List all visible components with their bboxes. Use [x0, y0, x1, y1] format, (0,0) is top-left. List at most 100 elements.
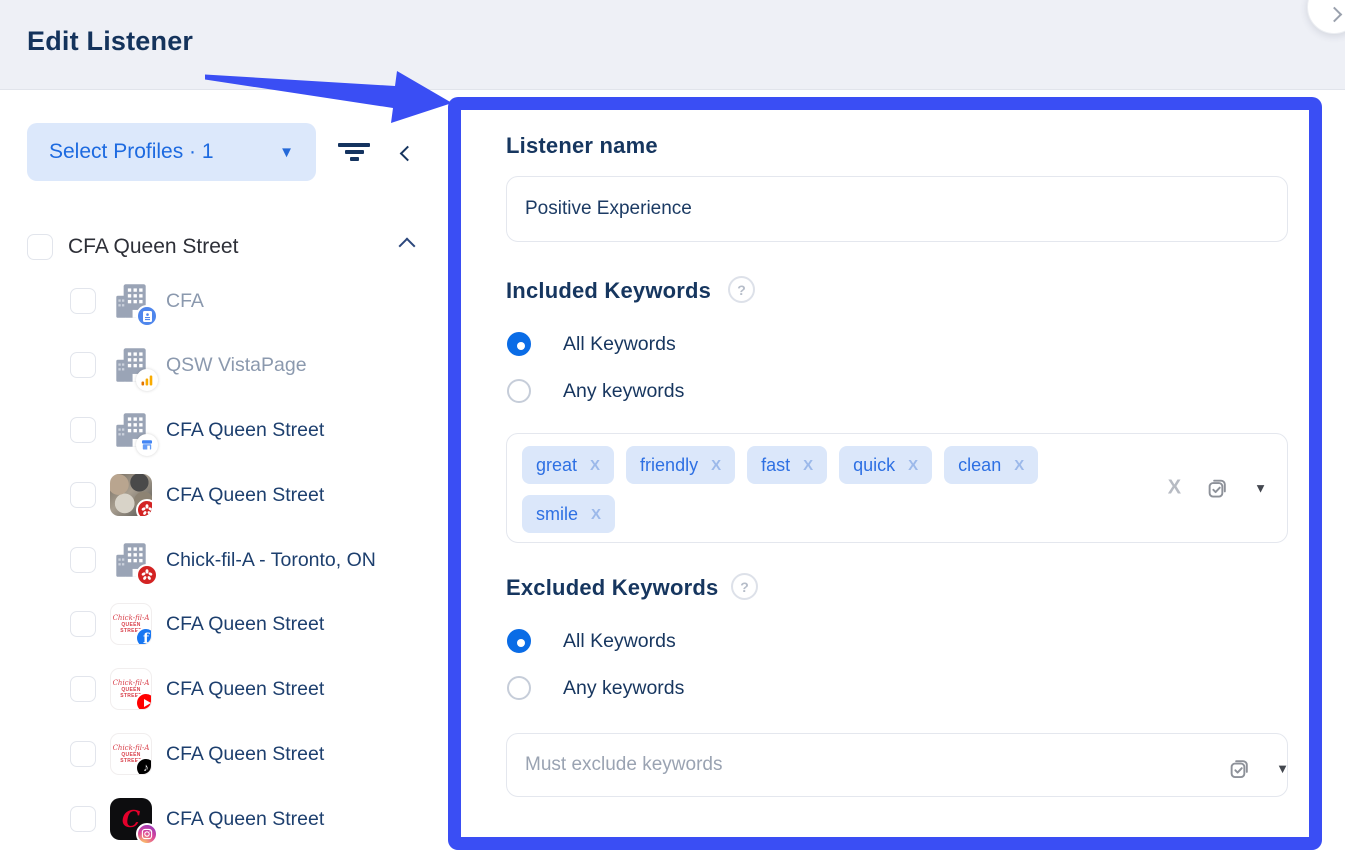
edit-listener-panel: Listener name Included Keywords ? All Ke… — [448, 97, 1322, 850]
chip-label: smile — [536, 504, 578, 525]
profile-checkbox[interactable] — [70, 482, 96, 508]
excluded-all-keywords-option[interactable]: All Keywords — [507, 629, 676, 653]
chip-label: quick — [853, 455, 895, 476]
profile-checkbox[interactable] — [70, 741, 96, 767]
included-all-keywords-option[interactable]: All Keywords — [507, 332, 676, 356]
copy-check-icon[interactable] — [1226, 755, 1253, 782]
radio-label: All Keywords — [563, 333, 676, 356]
profile-row-yelp-photo[interactable]: CFA Queen Street — [70, 467, 448, 523]
collapse-group-button[interactable] — [401, 239, 413, 257]
listener-name-label: Listener name — [506, 133, 658, 159]
profile-checkbox[interactable] — [70, 611, 96, 637]
keyword-chip[interactable]: friendly X — [626, 446, 735, 484]
excluded-keywords-input[interactable] — [506, 733, 1288, 797]
keyword-chips: great X friendly X fast X quick X clean X smi… — [522, 446, 1130, 533]
profile-group-row[interactable]: CFA Queen Street — [27, 230, 427, 264]
profile-avatar-logo: Chick-fil-AQUEENSTREET — [110, 668, 152, 710]
help-icon[interactable]: ? — [728, 276, 755, 303]
profile-avatar-building — [110, 409, 152, 451]
radio-label: Any keywords — [563, 677, 684, 700]
profile-label: CFA Queen Street — [166, 484, 324, 507]
youtube-icon — [135, 692, 152, 710]
listener-name-input[interactable] — [506, 176, 1288, 242]
chip-label: fast — [761, 455, 790, 476]
remove-tag-icon[interactable]: X — [711, 457, 721, 474]
chip-label: clean — [958, 455, 1001, 476]
yelp-icon — [136, 564, 158, 586]
included-keywords-title: Included Keywords — [506, 278, 711, 304]
radio-selected-icon[interactable] — [507, 332, 531, 356]
profile-label: Chick-fil-A - Toronto, ON — [166, 549, 376, 572]
group-checkbox[interactable] — [27, 234, 53, 260]
excluded-any-keywords-option[interactable]: Any keywords — [507, 676, 684, 700]
remove-tag-icon[interactable]: X — [590, 457, 600, 474]
keyword-chip[interactable]: clean X — [944, 446, 1038, 484]
profile-row-tiktok[interactable]: Chick-fil-AQUEENSTREET ♪ CFA Queen Stree… — [70, 726, 448, 782]
profile-label: QSW VistaPage — [166, 354, 307, 377]
profile-checkbox[interactable] — [70, 417, 96, 443]
google-business-icon — [136, 434, 158, 456]
radio-label: All Keywords — [563, 630, 676, 653]
keyword-chip[interactable]: fast X — [747, 446, 827, 484]
facebook-icon: f — [135, 627, 152, 645]
chevron-up-icon — [399, 238, 416, 255]
included-any-keywords-option[interactable]: Any keywords — [507, 379, 684, 403]
radio-unselected-icon[interactable] — [507, 676, 531, 700]
profile-checkbox[interactable] — [70, 288, 96, 314]
profile-avatar-building — [110, 539, 152, 581]
tiktok-icon: ♪ — [135, 757, 152, 775]
annotation-arrow — [198, 62, 458, 132]
profile-avatar-logo: C — [110, 798, 152, 840]
chevron-down-icon[interactable]: ▼ — [1254, 481, 1267, 496]
group-label: CFA Queen Street — [68, 235, 238, 259]
select-profiles-label: Select Profiles · 1 — [49, 140, 214, 164]
analytics-icon — [136, 369, 158, 391]
radio-unselected-icon[interactable] — [507, 379, 531, 403]
keyword-chip[interactable]: great X — [522, 446, 614, 484]
yelp-icon — [136, 499, 152, 516]
chevron-right-icon — [1326, 6, 1342, 22]
profile-row-yelp-building[interactable]: Chick-fil-A - Toronto, ON — [70, 532, 448, 588]
remove-tag-icon[interactable]: X — [591, 506, 601, 523]
filter-icon[interactable] — [337, 143, 371, 163]
profile-label: CFA Queen Street — [166, 743, 324, 766]
collapse-sidebar-button[interactable] — [402, 146, 413, 164]
remove-tag-icon[interactable]: X — [908, 457, 918, 474]
profile-label: CFA Queen Street — [166, 678, 324, 701]
radio-label: Any keywords — [563, 380, 684, 403]
profile-avatar-building — [110, 344, 152, 386]
profile-avatar-photo — [110, 474, 152, 516]
profile-row-gbp[interactable]: CFA Queen Street — [70, 402, 448, 458]
profile-checkbox[interactable] — [70, 352, 96, 378]
clear-all-tags-icon[interactable]: X — [1168, 477, 1181, 500]
chevron-left-icon — [400, 146, 416, 162]
chip-label: friendly — [640, 455, 698, 476]
profile-label: CFA Queen Street — [166, 613, 324, 636]
profile-avatar-logo: Chick-fil-AQUEENSTREET f — [110, 603, 152, 645]
profile-checkbox[interactable] — [70, 676, 96, 702]
included-keywords-tag-input[interactable]: great X friendly X fast X quick X clean X smi… — [506, 433, 1288, 543]
profile-row-vistapage[interactable]: QSW VistaPage — [70, 337, 448, 393]
profile-row-cfa[interactable]: CFA — [70, 273, 448, 329]
app-window: Edit Listener Select Profiles · 1 ▼ CFA … — [0, 0, 1345, 859]
chevron-down-icon: ▼ — [279, 144, 294, 161]
profile-checkbox[interactable] — [70, 547, 96, 573]
help-icon[interactable]: ? — [731, 573, 758, 600]
profile-label: CFA Queen Street — [166, 808, 324, 831]
profile-row-instagram[interactable]: C CFA Queen Street — [70, 791, 448, 847]
copy-check-icon[interactable] — [1204, 475, 1231, 502]
excluded-keywords-title: Excluded Keywords — [506, 575, 718, 601]
keyword-chip[interactable]: quick X — [839, 446, 932, 484]
chevron-down-icon[interactable]: ▼ — [1276, 761, 1289, 776]
profile-avatar-logo: Chick-fil-AQUEENSTREET ♪ — [110, 733, 152, 775]
profile-row-youtube[interactable]: Chick-fil-AQUEENSTREET CFA Queen Street — [70, 661, 448, 717]
remove-tag-icon[interactable]: X — [803, 457, 813, 474]
radio-selected-icon[interactable] — [507, 629, 531, 653]
remove-tag-icon[interactable]: X — [1014, 457, 1024, 474]
profile-row-facebook[interactable]: Chick-fil-AQUEENSTREET f CFA Queen Stree… — [70, 596, 448, 652]
profile-checkbox[interactable] — [70, 806, 96, 832]
keyword-chip[interactable]: smile X — [522, 495, 615, 533]
instagram-icon — [136, 823, 158, 845]
profile-label: CFA — [166, 290, 204, 313]
chip-label: great — [536, 455, 577, 476]
